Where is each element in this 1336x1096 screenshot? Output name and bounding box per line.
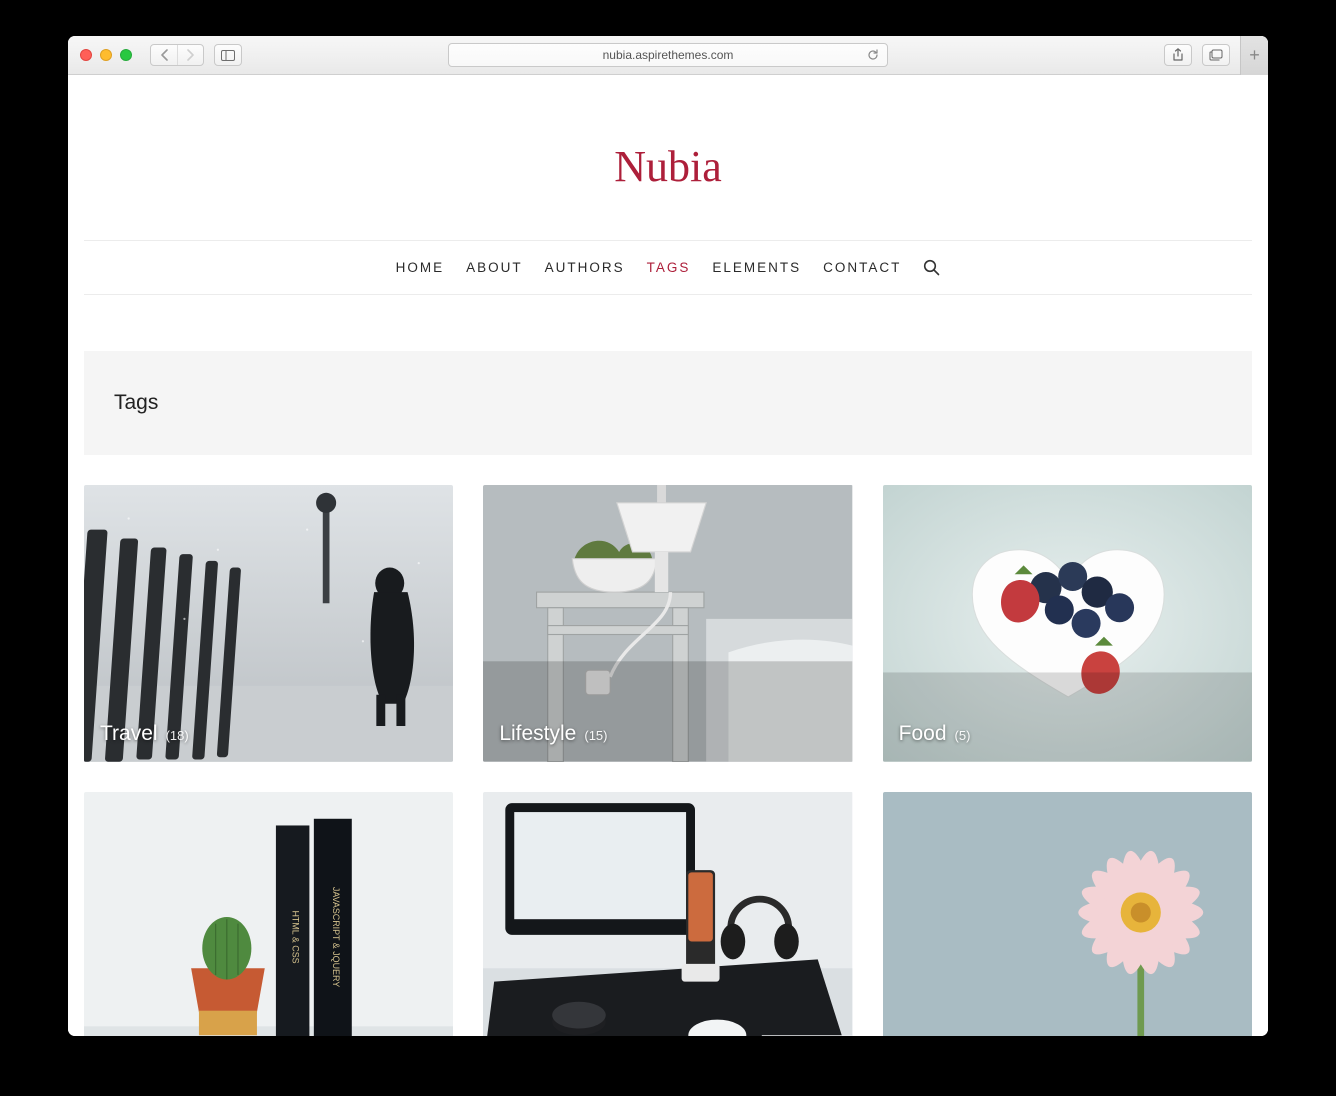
tag-card-food[interactable]: Food (5)	[883, 485, 1252, 762]
traffic-lights	[80, 49, 132, 61]
maximize-window-button[interactable]	[120, 49, 132, 61]
tabs-button[interactable]	[1202, 44, 1230, 66]
address-bar[interactable]: nubia.aspirethemes.com	[448, 43, 888, 67]
tag-name: Food	[899, 722, 947, 746]
nav-home[interactable]: HOME	[396, 260, 445, 275]
tags-grid: Travel (18)	[84, 485, 1252, 1036]
tag-card[interactable]: HTML & CSS JAVASCRIPT & JQUERY	[84, 792, 453, 1036]
tag-count: (18)	[166, 728, 189, 743]
back-button[interactable]	[151, 45, 177, 65]
minimize-window-button[interactable]	[100, 49, 112, 61]
nav-tags[interactable]: TAGS	[647, 260, 691, 275]
page-title: Tags	[114, 391, 1222, 415]
tag-name: Travel	[100, 722, 158, 746]
safari-window: nubia.aspirethemes.com + Nubia HOME ABOU…	[68, 36, 1268, 1036]
close-window-button[interactable]	[80, 49, 92, 61]
search-icon[interactable]	[923, 259, 940, 276]
reload-icon[interactable]	[867, 49, 879, 61]
share-button[interactable]	[1164, 44, 1192, 66]
tag-label: Lifestyle (15)	[499, 722, 607, 746]
forward-button[interactable]	[177, 45, 203, 65]
url-text: nubia.aspirethemes.com	[603, 48, 734, 62]
new-tab-button[interactable]: +	[1240, 36, 1268, 75]
page-viewport[interactable]: Nubia HOME ABOUT AUTHORS TAGS ELEMENTS C…	[68, 75, 1268, 1036]
tag-count: (15)	[584, 728, 607, 743]
nav-elements[interactable]: ELEMENTS	[712, 260, 801, 275]
main-nav: HOME ABOUT AUTHORS TAGS ELEMENTS CONTACT	[84, 240, 1252, 295]
browser-titlebar: nubia.aspirethemes.com +	[68, 36, 1268, 75]
tag-card[interactable]	[883, 792, 1252, 1036]
page-header: Tags	[84, 351, 1252, 455]
tag-label: Travel (18)	[100, 722, 189, 746]
tag-label: Food (5)	[899, 722, 971, 746]
tag-card[interactable]	[483, 792, 852, 1036]
tag-name: Lifestyle	[499, 722, 576, 746]
titlebar-right: +	[1164, 44, 1256, 66]
site-title[interactable]: Nubia	[68, 141, 1268, 192]
tag-card-travel[interactable]: Travel (18)	[84, 485, 453, 762]
navigation-arrows	[150, 44, 204, 66]
sidebar-toggle-button[interactable]	[214, 44, 242, 66]
svg-text:HTML & CSS: HTML & CSS	[291, 910, 301, 963]
nav-about[interactable]: ABOUT	[466, 260, 523, 275]
tag-count: (5)	[955, 728, 971, 743]
tag-card-lifestyle[interactable]: Lifestyle (15)	[483, 485, 852, 762]
svg-text:JAVASCRIPT & JQUERY: JAVASCRIPT & JQUERY	[331, 887, 341, 987]
nav-contact[interactable]: CONTACT	[823, 260, 901, 275]
nav-authors[interactable]: AUTHORS	[545, 260, 625, 275]
